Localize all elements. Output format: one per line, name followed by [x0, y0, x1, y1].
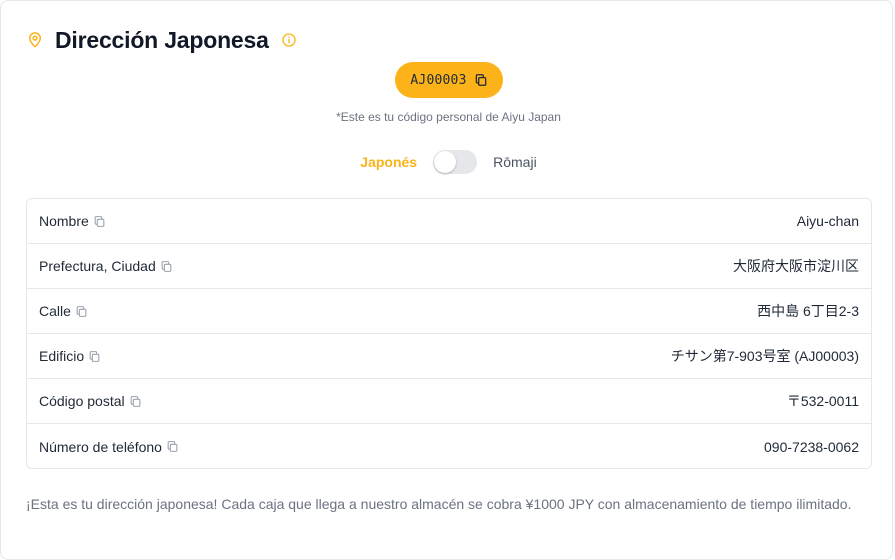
row-label: Edificio [39, 348, 101, 364]
table-row: Edificio チサン第7-903号室 (AJ00003) [27, 334, 871, 379]
info-icon[interactable] [281, 32, 297, 48]
map-pin-icon [29, 32, 41, 48]
page-title: Dirección Japonesa [55, 26, 269, 53]
copy-icon[interactable] [166, 440, 179, 453]
row-value: 大阪府大阪市淀川区 [733, 258, 859, 274]
toggle-knob [434, 151, 457, 173]
address-card: Dirección Japonesa AJ00003 *Este es tu c… [0, 0, 893, 560]
row-label: Número de teléfono [39, 439, 179, 455]
copy-icon[interactable] [75, 305, 88, 318]
row-value: 西中島 6丁目2-3 [757, 303, 859, 319]
row-value: 090-7238-0062 [764, 438, 859, 455]
row-label-text: Nombre [39, 213, 89, 229]
row-value: チサン第7-903号室 (AJ00003) [670, 348, 859, 364]
table-row: Calle 西中島 6丁目2-3 [27, 289, 871, 334]
copy-icon[interactable] [129, 395, 142, 408]
copy-code-button[interactable]: AJ00003 [395, 62, 503, 98]
row-label: Código postal [39, 393, 142, 409]
language-toggle-row: Japonés Rōmaji [1, 150, 895, 174]
row-label-text: Prefectura, Ciudad [39, 258, 156, 274]
copy-icon [475, 74, 486, 86]
copy-icon[interactable] [160, 260, 173, 273]
table-row: Número de teléfono 090-7238-0062 [27, 424, 871, 468]
row-label: Nombre [39, 213, 106, 229]
code-note: *Este es tu código personal de Aiyu Japa… [336, 110, 561, 124]
address-table: Nombre Aiyu-chan Prefectura, Ciudad 大阪府大… [26, 198, 872, 469]
copy-icon[interactable] [93, 215, 106, 228]
copy-icon[interactable] [88, 350, 101, 363]
footer-description: ¡Esta es tu dirección japonesa! Cada caj… [26, 496, 852, 512]
row-label-text: Calle [39, 303, 71, 319]
toggle-label-japanese[interactable]: Japonés [360, 154, 417, 170]
row-label: Prefectura, Ciudad [39, 258, 173, 274]
row-label-text: Número de teléfono [39, 438, 162, 455]
row-label-text: Código postal [39, 393, 125, 409]
language-toggle-switch[interactable] [433, 150, 478, 174]
card-header: Dirección Japonesa [26, 25, 297, 55]
row-value: 〒532-0011 [786, 393, 859, 409]
table-row: Código postal 〒532-0011 [27, 379, 871, 424]
table-row: Nombre Aiyu-chan [27, 199, 871, 244]
table-row: Prefectura, Ciudad 大阪府大阪市淀川区 [27, 244, 871, 289]
row-label: Calle [39, 303, 88, 319]
toggle-label-romaji[interactable]: Rōmaji [493, 154, 537, 170]
personal-code: AJ00003 [410, 72, 467, 88]
row-value: Aiyu-chan [796, 213, 859, 229]
row-label-text: Edificio [39, 348, 85, 364]
